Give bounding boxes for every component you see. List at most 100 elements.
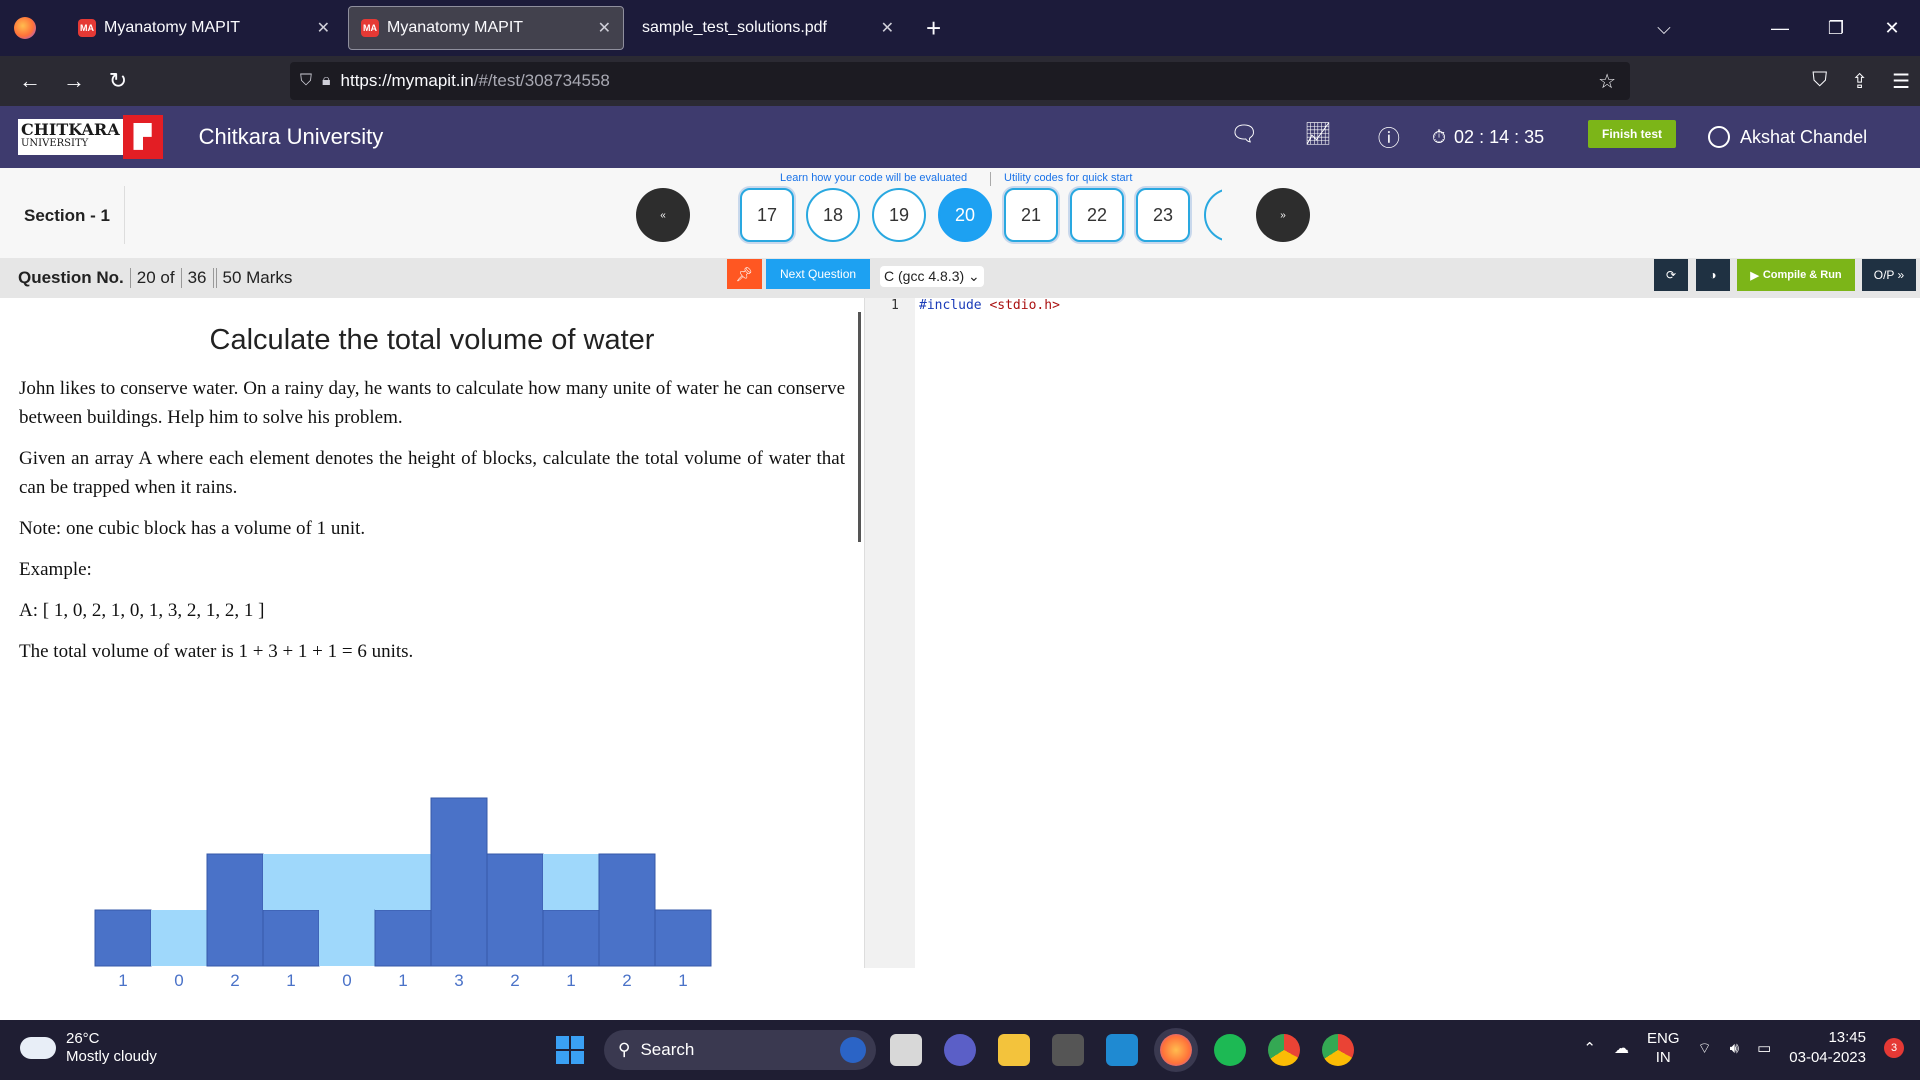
question-paragraph: Given an array A where each element deno… — [19, 448, 845, 498]
volume-icon[interactable]: 🔊︎ — [1730, 1040, 1739, 1057]
question-17-button[interactable]: 17 — [740, 188, 794, 242]
new-tab-icon[interactable]: + — [926, 13, 941, 44]
question-marks: 50 Marks — [215, 268, 299, 288]
reset-code-icon[interactable]: ⟳ — [1654, 259, 1688, 291]
browser-tab-3[interactable]: sample_test_solutions.pdf ✕ — [630, 6, 906, 50]
block-bar — [486, 853, 544, 967]
bar-label: 2 — [230, 971, 239, 986]
header-icons: 🗨︎ 📈︎ ⓘ — [1230, 121, 1400, 153]
forward-icon[interactable]: → — [52, 68, 96, 94]
user-menu[interactable]: Akshat Chandel — [1708, 126, 1867, 148]
bing-icon — [840, 1037, 866, 1063]
restore-icon[interactable]: ❐ — [1808, 18, 1864, 39]
teams-chat-icon[interactable] — [944, 1034, 976, 1066]
chevron-down-icon: ⌄ — [968, 268, 980, 284]
output-panel-button[interactable]: O/P » — [1862, 259, 1916, 291]
line-number: 1 — [891, 298, 899, 313]
question-partial-button[interactable] — [1204, 188, 1222, 242]
taskbar-search[interactable]: ⚲ Search — [604, 1030, 876, 1070]
block-bar — [654, 909, 712, 967]
task-view-icon[interactable] — [890, 1034, 922, 1066]
onedrive-icon[interactable]: ☁ — [1614, 1039, 1629, 1057]
menu-icon[interactable]: ☰ — [1892, 69, 1910, 94]
question-scrollbar[interactable] — [858, 312, 861, 542]
browser-tab-bar: MA Myanatomy MAPIT ✕ MA Myanatomy MAPIT … — [0, 0, 1920, 56]
question-20-button[interactable]: 20 — [938, 188, 992, 242]
question-18-button[interactable]: 18 — [806, 188, 860, 242]
clock[interactable]: 13:45 03-04-2023 — [1789, 1028, 1866, 1068]
close-window-icon[interactable]: ✕ — [1864, 18, 1920, 39]
input-language[interactable]: ENG IN — [1647, 1029, 1680, 1067]
question-19-button[interactable]: 19 — [872, 188, 926, 242]
back-icon[interactable]: ← — [8, 68, 52, 94]
chrome-icon[interactable] — [1268, 1034, 1300, 1066]
tab-title: Myanatomy MAPIT — [387, 19, 524, 36]
browser-tab-2[interactable]: MA Myanatomy MAPIT ✕ — [348, 6, 624, 50]
water-bar — [263, 854, 319, 910]
code-editor[interactable]: 1 #include <stdio.h> — [864, 298, 1920, 968]
water-bar — [151, 910, 207, 966]
file-explorer-icon[interactable] — [998, 1034, 1030, 1066]
tab-list-chevron-icon[interactable]: ⌵ — [1636, 18, 1692, 39]
pin-icon[interactable]: 📌︎ — [727, 259, 762, 289]
wifi-icon[interactable]: ⌔ — [1698, 1039, 1712, 1058]
extensions-icon[interactable]: ⇪ — [1851, 69, 1868, 94]
divider — [124, 186, 125, 244]
question-index: 20 of — [131, 268, 182, 288]
url-bar[interactable]: ⛉ 🔒︎ https://mymapit.in /#/test/30873455… — [290, 62, 1630, 100]
firefox-icon[interactable] — [14, 17, 36, 39]
lang-1: ENG — [1647, 1030, 1680, 1047]
bar-label: 1 — [118, 971, 127, 986]
minimize-icon[interactable]: — — [1752, 18, 1808, 39]
code-line[interactable]: #include <stdio.h> — [919, 298, 1060, 314]
spotify-icon[interactable] — [1214, 1034, 1246, 1066]
close-icon[interactable]: ✕ — [881, 18, 894, 38]
notification-badge[interactable]: 3 — [1884, 1038, 1904, 1058]
next-questions-button[interactable]: » — [1256, 188, 1310, 242]
divider — [990, 172, 991, 186]
compile-run-button[interactable]: ▶ Compile & Run — [1737, 259, 1855, 291]
utility-codes-link[interactable]: Utility codes for quick start — [1004, 172, 1132, 184]
chevron-up-icon[interactable]: ⌃ — [1583, 1039, 1596, 1057]
next-question-button[interactable]: Next Question — [766, 259, 871, 289]
clock-icon: ⏱︎ — [1432, 126, 1447, 147]
battery-icon[interactable]: ▭ — [1757, 1039, 1771, 1057]
finish-test-button[interactable]: Finish test — [1588, 120, 1677, 148]
previous-questions-button[interactable]: « — [636, 188, 690, 242]
language-value: C (gcc 4.8.3) — [884, 268, 965, 284]
pocket-icon[interactable]: ⛉ — [1812, 69, 1827, 94]
browser-tab-1[interactable]: MA Myanatomy MAPIT ✕ — [66, 6, 342, 50]
browser-nav-bar: ← → ↻ ⛉ 🔒︎ https://mymapit.in /#/test/30… — [0, 56, 1920, 106]
evaluation-help-link[interactable]: Learn how your code will be evaluated — [780, 172, 967, 184]
shield-icon[interactable]: ⛉ — [300, 72, 312, 90]
question-paragraph: John likes to conserve water. On a rainy… — [19, 378, 845, 428]
windows-taskbar: 26°C Mostly cloudy ⚲ Search ⌃ ☁ ENG IN ⌔… — [0, 1020, 1920, 1080]
language-select[interactable]: C (gcc 4.8.3) ⌄ — [880, 266, 984, 287]
chrome-profile-icon[interactable] — [1322, 1034, 1354, 1066]
search-label: Search — [640, 1040, 695, 1059]
play-icon: ▶ — [1750, 269, 1759, 282]
question-23-button[interactable]: 23 — [1136, 188, 1190, 242]
analytics-chart-icon[interactable]: 📈︎ — [1304, 121, 1332, 153]
bar-label: 3 — [454, 971, 463, 986]
reload-icon[interactable]: ↻ — [96, 68, 140, 94]
example-label: Example: — [19, 559, 92, 580]
lock-icon[interactable]: 🔒︎ — [322, 72, 331, 90]
question-22-button[interactable]: 22 — [1070, 188, 1124, 242]
epic-games-icon[interactable] — [1052, 1034, 1084, 1066]
theme-toggle-icon[interactable]: ◑ — [1696, 259, 1730, 291]
close-icon[interactable]: ✕ — [317, 18, 330, 38]
vscode-icon[interactable] — [1106, 1034, 1138, 1066]
taskbar-apps — [890, 1034, 1354, 1066]
info-icon[interactable]: ⓘ — [1378, 121, 1400, 153]
mapit-favicon-icon: MA — [78, 19, 96, 37]
windows-start-icon[interactable] — [556, 1036, 584, 1064]
weather-widget[interactable]: 26°C Mostly cloudy — [14, 1030, 157, 1066]
bookmark-star-icon[interactable]: ☆ — [1598, 69, 1616, 94]
question-no-label: Question No. — [18, 268, 131, 288]
chat-icon[interactable]: 🗨︎ — [1230, 121, 1258, 153]
close-icon[interactable]: ✕ — [598, 18, 611, 38]
question-21-button[interactable]: 21 — [1004, 188, 1058, 242]
firefox-taskbar-icon[interactable] — [1160, 1034, 1192, 1066]
test-timer: ⏱︎ 02 : 14 : 35 — [1432, 127, 1544, 148]
